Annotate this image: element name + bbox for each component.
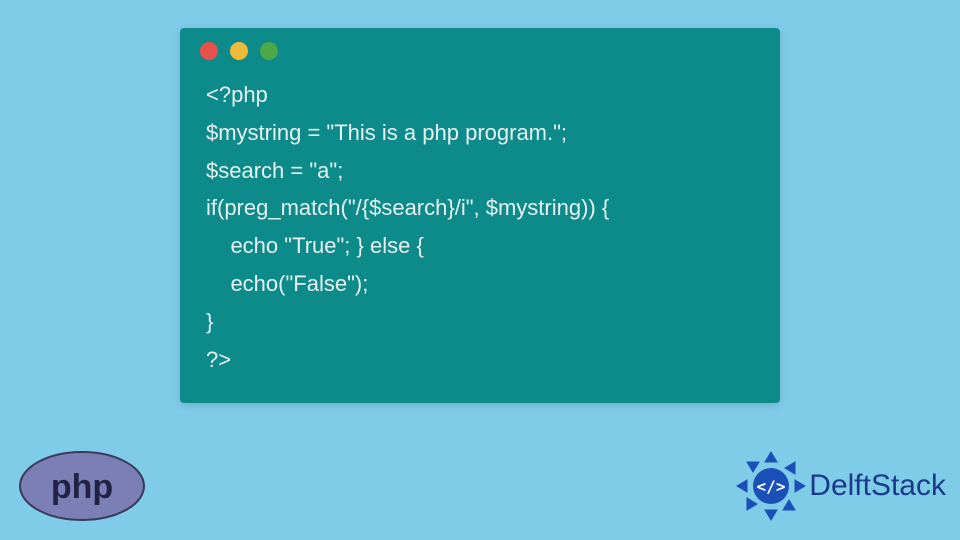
code-line: echo("False"); bbox=[206, 271, 368, 296]
delftstack-icon: </> bbox=[735, 450, 807, 522]
code-line: ?> bbox=[206, 347, 231, 372]
code-content: <?php $mystring = "This is a php program… bbox=[180, 68, 780, 379]
code-line: if(preg_match("/{$search}/i", $mystring)… bbox=[206, 195, 609, 220]
code-line: } bbox=[206, 309, 213, 334]
php-logo-text: php bbox=[51, 468, 113, 506]
code-line: $mystring = "This is a php program."; bbox=[206, 120, 567, 145]
code-line: $search = "a"; bbox=[206, 158, 343, 183]
delftstack-logo: </> DelftStack bbox=[735, 450, 946, 522]
php-logo: php bbox=[18, 450, 146, 522]
maximize-icon bbox=[260, 42, 278, 60]
close-icon bbox=[200, 42, 218, 60]
svg-text:</>: </> bbox=[757, 477, 786, 496]
minimize-icon bbox=[230, 42, 248, 60]
code-window: <?php $mystring = "This is a php program… bbox=[180, 28, 780, 403]
code-line: <?php bbox=[206, 82, 268, 107]
code-line: echo "True"; } else { bbox=[206, 233, 424, 258]
delftstack-brand-text: DelftStack bbox=[809, 469, 946, 503]
window-controls bbox=[180, 28, 780, 68]
